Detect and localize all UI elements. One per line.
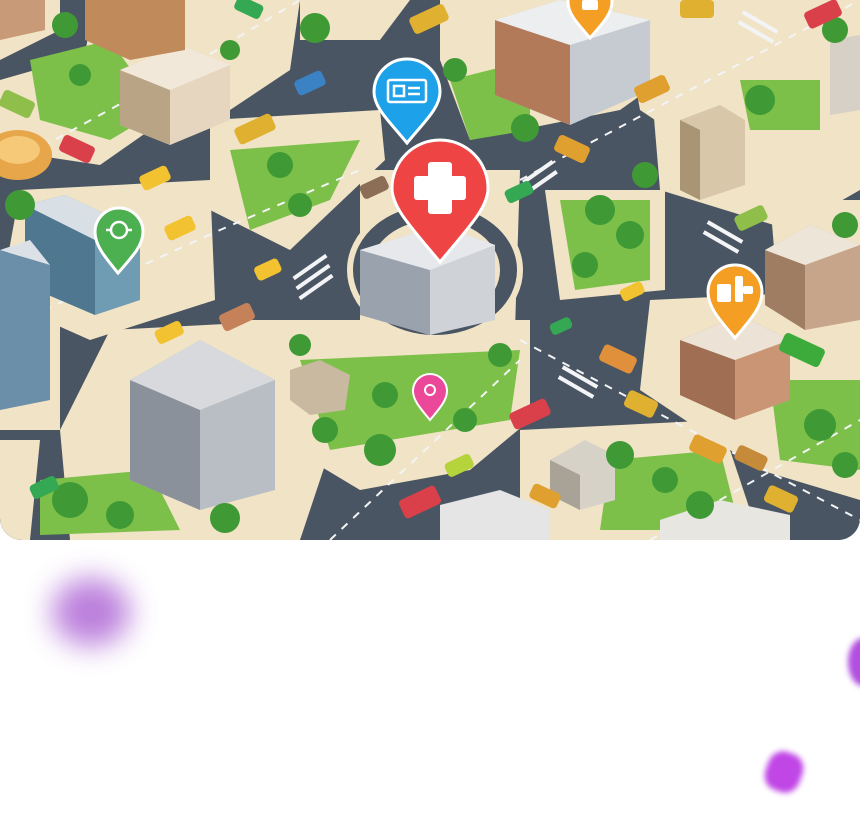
decorative-purple-blob xyxy=(52,578,130,646)
decorative-purple-blob xyxy=(760,747,808,797)
city-map-svg xyxy=(0,0,860,540)
building xyxy=(680,105,745,200)
decorative-purple-blob xyxy=(848,638,860,686)
building xyxy=(0,240,50,410)
building xyxy=(830,35,860,115)
city-map-illustration xyxy=(0,0,860,540)
fork-knife-icon xyxy=(582,0,598,10)
